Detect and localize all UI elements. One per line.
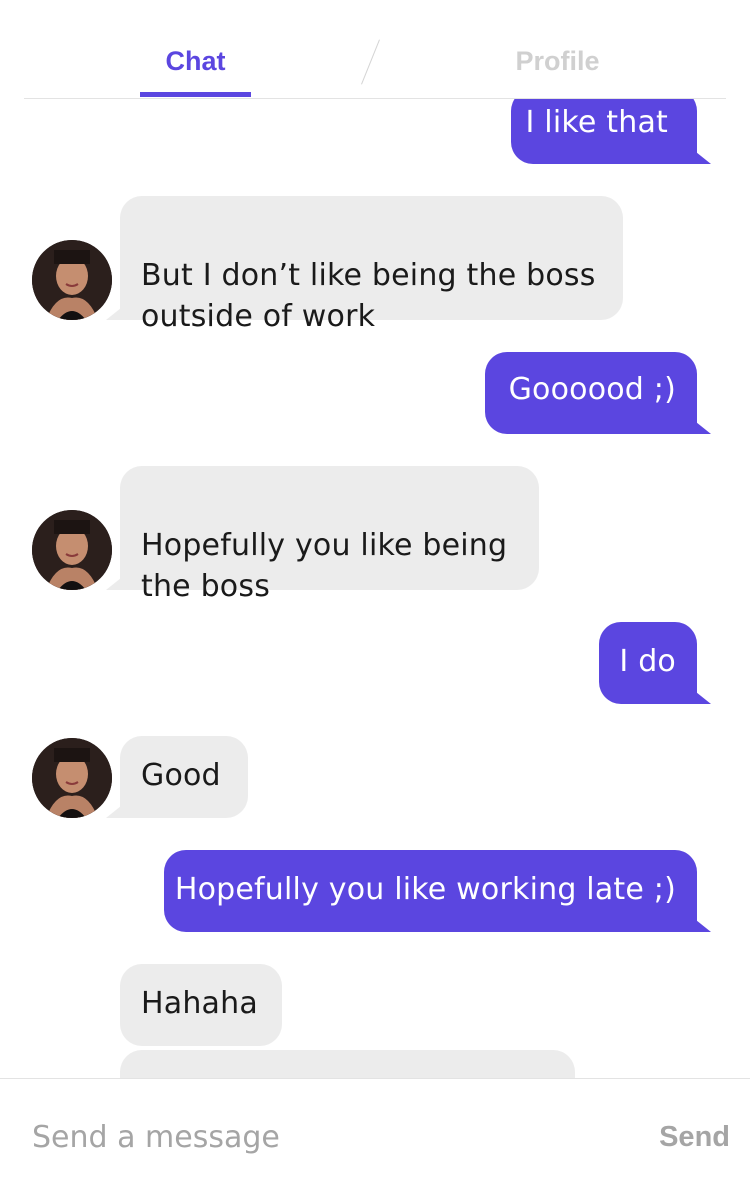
received-message: [120, 1050, 575, 1078]
active-tab-indicator: [140, 92, 251, 97]
message-input[interactable]: [32, 1113, 592, 1161]
sent-message: Hopefully you like working late ;): [164, 850, 697, 932]
message-list[interactable]: I like that But I don’t like being the b…: [0, 99, 750, 1078]
sent-bubble-tail: [691, 418, 711, 434]
message-text: Hahaha: [141, 986, 258, 1021]
message-text: I like that: [525, 105, 668, 140]
tab-profile[interactable]: Profile: [480, 44, 635, 78]
received-bubble-tail: [106, 304, 126, 320]
avatar-photo: [32, 510, 112, 590]
sent-bubble-tail: [691, 916, 711, 932]
message-text: Goooood ;): [508, 372, 676, 407]
sent-message: Goooood ;): [485, 352, 697, 434]
message-composer: Send: [0, 1079, 750, 1200]
avatar[interactable]: [32, 240, 112, 320]
sent-bubble-tail: [691, 148, 711, 164]
avatar[interactable]: [32, 738, 112, 818]
sent-message: I do: [599, 622, 697, 704]
sent-message: I like that: [511, 99, 697, 164]
received-bubble-tail: [106, 574, 126, 590]
received-message: Hopefully you like being the boss: [120, 466, 539, 604]
avatar[interactable]: [32, 510, 112, 590]
received-message: Good: [120, 736, 248, 818]
received-message: But I don’t like being the boss outside …: [120, 196, 623, 334]
received-bubble-tail: [106, 802, 126, 818]
message-text: Hopefully you like working late ;): [174, 872, 676, 907]
message-text: Hopefully you like being the boss: [141, 528, 508, 604]
avatar-photo: [32, 240, 112, 320]
tab-chat[interactable]: Chat: [140, 44, 251, 78]
message-text: But I don’t like being the boss outside …: [141, 258, 596, 334]
tab-bar: Chat Profile: [0, 0, 750, 99]
message-text: I do: [619, 644, 676, 679]
send-button[interactable]: Send: [630, 1115, 730, 1159]
avatar-photo: [32, 738, 112, 818]
message-text: Good: [141, 758, 221, 793]
received-message: Hahaha: [120, 964, 282, 1046]
sent-bubble-tail: [691, 688, 711, 704]
tab-divider: [361, 39, 380, 85]
